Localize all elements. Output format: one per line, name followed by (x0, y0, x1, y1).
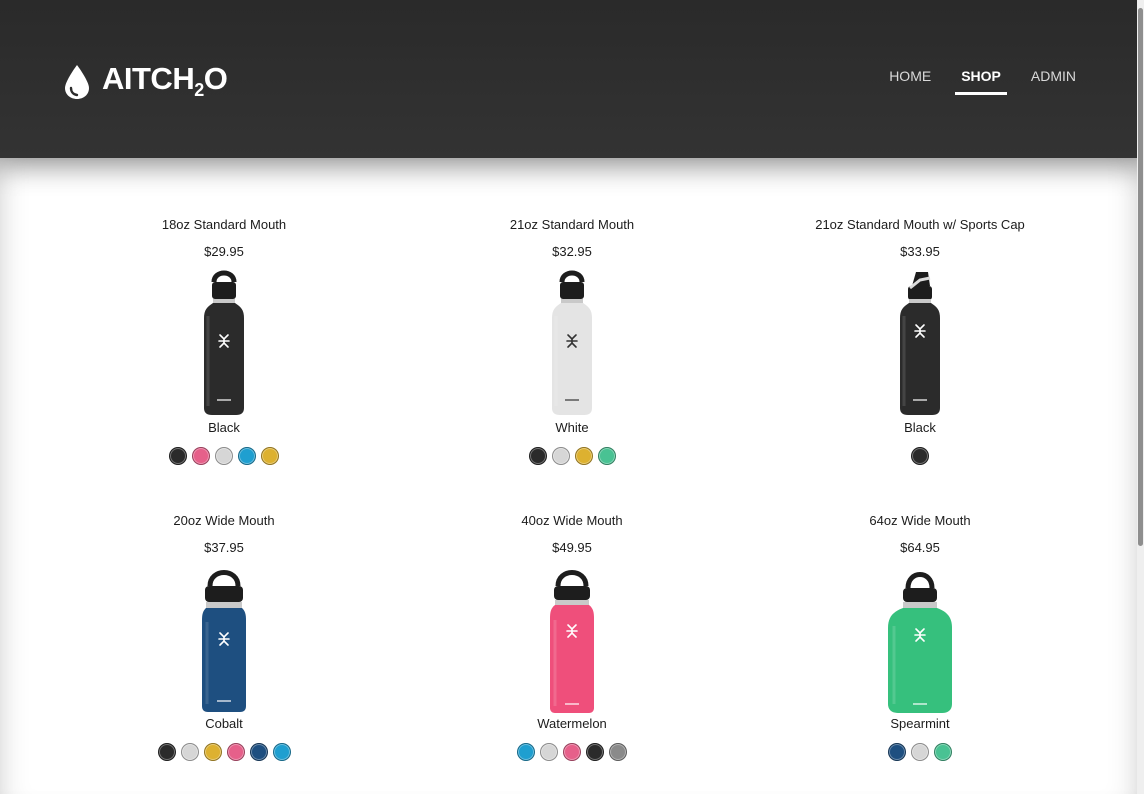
color-swatch[interactable] (911, 447, 929, 465)
product-card[interactable]: 21oz Standard Mouth w/ Sports Cap $33.95… (770, 217, 1070, 465)
color-swatch[interactable] (203, 743, 222, 761)
color-swatch[interactable] (215, 447, 233, 465)
product-color-name: Watermelon (537, 716, 607, 731)
site-header: AITCH2O HOME SHOP ADMIN (0, 0, 1144, 158)
main-nav: HOME SHOP ADMIN (865, 68, 1076, 95)
color-swatch[interactable] (180, 743, 199, 761)
color-swatch[interactable] (226, 743, 245, 761)
product-grid: 18oz Standard Mouth $29.95 Black 21oz St… (0, 158, 1137, 794)
product-price: $64.95 (900, 540, 940, 555)
product-price: $33.95 (900, 244, 940, 259)
product-color-name: Black (904, 420, 936, 435)
color-swatches (74, 743, 374, 761)
product-card[interactable]: 64oz Wide Mouth $64.95 Spearmint (770, 513, 1070, 761)
color-swatch[interactable] (563, 743, 581, 761)
color-swatches (422, 743, 722, 761)
product-color-name: Cobalt (205, 716, 243, 731)
color-swatch[interactable] (586, 743, 604, 761)
color-swatch[interactable] (157, 743, 176, 761)
product-card[interactable]: 20oz Wide Mouth $37.95 Cobalt (74, 513, 374, 761)
product-name[interactable]: 18oz Standard Mouth (74, 217, 374, 233)
product-card[interactable]: 40oz Wide Mouth $49.95 Watermelon (422, 513, 722, 761)
product-color-name: Spearmint (890, 716, 950, 731)
product-image[interactable] (184, 564, 264, 714)
color-swatches (422, 447, 722, 465)
water-drop-icon (65, 65, 89, 99)
product-price: $37.95 (204, 540, 244, 555)
color-swatch[interactable] (238, 447, 256, 465)
color-swatches (74, 447, 374, 465)
product-price: $29.95 (204, 244, 244, 259)
color-swatch[interactable] (169, 447, 187, 465)
product-name[interactable]: 21oz Standard Mouth (422, 217, 722, 233)
product-card[interactable]: 18oz Standard Mouth $29.95 Black (74, 217, 374, 465)
product-price: $32.95 (552, 244, 592, 259)
nav-admin[interactable]: ADMIN (1031, 68, 1076, 95)
product-image[interactable] (184, 268, 264, 418)
color-swatches (770, 743, 1070, 761)
product-color-name: White (555, 420, 589, 435)
color-swatch[interactable] (934, 743, 952, 761)
color-swatch[interactable] (517, 743, 535, 761)
scrollbar-thumb[interactable] (1138, 8, 1143, 546)
product-name[interactable]: 64oz Wide Mouth (770, 513, 1070, 529)
product-color-name: Black (208, 420, 240, 435)
brand-logo[interactable]: AITCH2O (64, 61, 228, 100)
color-swatch[interactable] (272, 743, 291, 761)
nav-home[interactable]: HOME (889, 68, 931, 95)
product-card[interactable]: 21oz Standard Mouth $32.95 White (422, 217, 722, 465)
color-swatches (770, 447, 1070, 465)
nav-shop[interactable]: SHOP (955, 68, 1007, 95)
color-swatch[interactable] (540, 743, 558, 761)
color-swatch[interactable] (597, 447, 616, 465)
product-image[interactable] (880, 564, 960, 714)
color-swatch[interactable] (574, 447, 593, 465)
product-price: $49.95 (552, 540, 592, 555)
color-swatch[interactable] (249, 743, 268, 761)
scrollbar[interactable] (1137, 0, 1144, 794)
color-swatch[interactable] (261, 447, 279, 465)
color-swatch[interactable] (609, 743, 627, 761)
color-swatch[interactable] (192, 447, 210, 465)
product-name[interactable]: 40oz Wide Mouth (422, 513, 722, 529)
color-swatch[interactable] (528, 447, 547, 465)
product-image[interactable] (532, 564, 612, 714)
product-name[interactable]: 20oz Wide Mouth (74, 513, 374, 529)
product-name[interactable]: 21oz Standard Mouth w/ Sports Cap (770, 217, 1070, 233)
brand-name: AITCH2O (102, 61, 228, 100)
product-image[interactable] (532, 268, 612, 418)
product-image[interactable] (880, 268, 960, 418)
color-swatch[interactable] (911, 743, 929, 761)
color-swatch[interactable] (888, 743, 906, 761)
color-swatch[interactable] (551, 447, 570, 465)
